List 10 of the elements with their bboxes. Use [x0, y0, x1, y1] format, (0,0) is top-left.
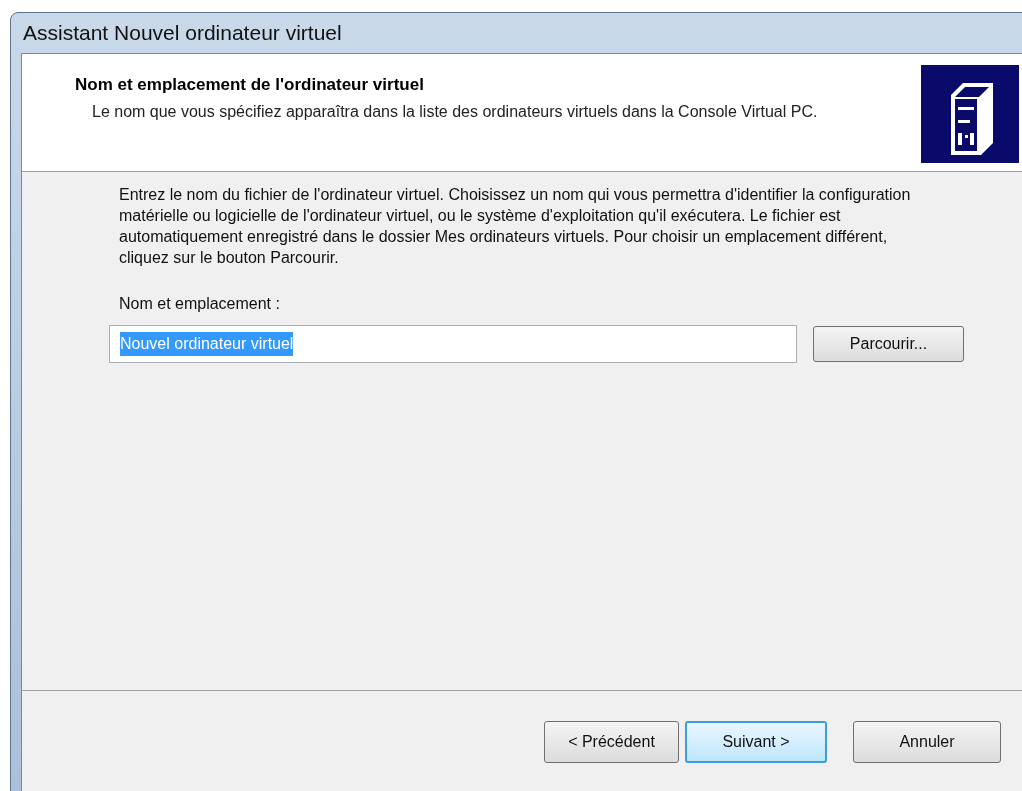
- wizard-button[interactable]: Annuler: [853, 721, 1001, 763]
- wizard-button[interactable]: < Précédent: [544, 721, 679, 763]
- field-label: Nom et emplacement :: [119, 294, 281, 314]
- window-title: Assistant Nouvel ordinateur virtuel: [23, 20, 342, 47]
- computer-tower-icon: [921, 65, 1019, 163]
- page-heading: Nom et emplacement de l'ordinateur virtuel: [75, 74, 425, 96]
- page-subtitle: Le nom que vous spécifiez apparaîtra dans la liste des ordinateurs virtuels dans la Console Virtual PC.: [91, 101, 819, 122]
- description-text: Entrez le nom du fichier de l'ordinateur virtuel. Choisissez un nom qui vous permettra d'identifier la configuration matérielle ou logicielle de l'ordinateur virtuel, ou le système d'exploitation qu'il exécutera. Le fichier est automatiquement enregistré dans le dossier Mes ordinateurs virtuels. Pour choisir un emplacement différent, cliquez sur le bouton Parcourir.: [119, 185, 912, 268]
- browse-button[interactable]: Parcourir...: [813, 326, 964, 362]
- wizard-button[interactable]: Suivant >: [685, 721, 827, 763]
